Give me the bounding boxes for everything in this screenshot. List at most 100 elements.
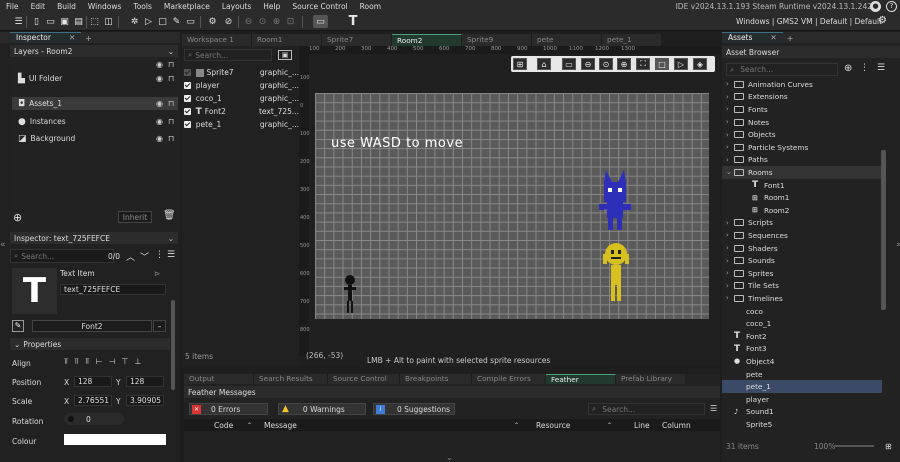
column-code[interactable]: Code: [214, 421, 233, 430]
asset-tree-item[interactable]: › Animation Curves: [722, 78, 882, 91]
inspector-search[interactable]: ⌕ Search...: [10, 249, 114, 263]
chevron-up-icon[interactable]: ︿: [126, 250, 135, 263]
menu-icon[interactable]: ☰: [167, 250, 175, 260]
asset-tree-item[interactable]: › Fonts: [722, 103, 882, 116]
suggestions-filter[interactable]: i0 Suggestions: [373, 403, 455, 415]
expand-icon[interactable]: ⊞: [885, 442, 892, 451]
tab-sprite9[interactable]: Sprite9: [462, 34, 532, 46]
column-column[interactable]: Column: [662, 421, 691, 430]
edit-font-icon[interactable]: ✎: [12, 320, 24, 332]
menu-icon[interactable]: ☰: [877, 63, 885, 73]
black-player-sprite[interactable]: [343, 274, 357, 314]
eye-icon[interactable]: ◉: [156, 117, 163, 126]
colour-swatch[interactable]: [64, 434, 166, 445]
tab-workspace-1[interactable]: Workspace 1: [182, 34, 252, 46]
room-asset-row[interactable]: coco_1 graphic_...: [184, 92, 299, 105]
eye-icon[interactable]: ◉: [156, 99, 163, 108]
build-icon[interactable]: ▭: [184, 15, 197, 28]
asset-tree-item[interactable]: › Notes: [722, 116, 882, 129]
room-asset-row[interactable]: player graphic_...: [184, 79, 299, 92]
align-left-icon[interactable]: ⊢: [96, 357, 103, 367]
checkbox-icon[interactable]: [184, 95, 191, 102]
tab-output[interactable]: Output: [184, 374, 254, 384]
tab-search-results[interactable]: Search Results: [254, 374, 328, 384]
zoom-reset-icon[interactable]: ⊙: [256, 15, 269, 28]
sort-icon[interactable]: ⌃: [247, 422, 252, 429]
zoom-slider[interactable]: [834, 445, 874, 447]
fullscreen-icon[interactable]: ⛶: [636, 58, 650, 70]
chevron-right-icon[interactable]: ›: [726, 257, 734, 265]
package-icon[interactable]: ◫: [102, 15, 115, 28]
layer-background[interactable]: ◪ Background ◉ ⊓: [12, 132, 178, 145]
chevron-right-icon[interactable]: ›: [726, 156, 734, 164]
zoom-in-icon[interactable]: ⊕: [270, 15, 283, 28]
room-asset-row[interactable]: T Font2 text_725...: [184, 105, 299, 118]
checkbox-icon[interactable]: [184, 108, 191, 115]
asset-scrollbar[interactable]: [881, 150, 886, 310]
clean-icon[interactable]: ✎: [170, 15, 183, 28]
asset-tree-item[interactable]: ⊞ Room2: [722, 204, 882, 217]
asset-tree-item[interactable]: › Scripts: [722, 217, 882, 230]
asset-tree-item[interactable]: ⊞ Room1: [722, 191, 882, 204]
align-bottom-icon[interactable]: ⊥: [135, 357, 142, 367]
camera-icon[interactable]: ⌂: [537, 58, 551, 70]
add-asset-icon[interactable]: ⊕: [844, 63, 852, 74]
tab-assets[interactable]: Assets ✕: [722, 32, 783, 43]
layers-header[interactable]: Layers - Room2 ⌄: [10, 45, 178, 57]
eye-icon[interactable]: ◉: [156, 134, 163, 143]
add-tab-icon[interactable]: +: [787, 34, 794, 43]
align-center-icon[interactable]: ⊣: [109, 357, 116, 367]
zoom-in-icon[interactable]: ⊕: [617, 58, 631, 70]
zoom-fit-icon[interactable]: ⊡: [284, 15, 297, 28]
asset-tree-item[interactable]: › Tile Sets: [722, 280, 882, 293]
chevron-right-icon[interactable]: ›: [726, 269, 734, 277]
delete-layer-icon[interactable]: 🗑: [163, 210, 176, 221]
canvas-text-instance[interactable]: use WASD to move: [331, 136, 463, 151]
asset-tree-item[interactable]: T Font3: [722, 343, 882, 356]
stop-icon[interactable]: □: [156, 15, 169, 28]
inspector-header[interactable]: Inspector: text_725FEFCE ⌄: [10, 232, 178, 244]
feather-search[interactable]: ⌕ Search...: [588, 403, 705, 415]
collapse-panel-icon[interactable]: «: [603, 206, 608, 215]
save-as-icon[interactable]: ▤: [72, 15, 85, 28]
align-top-icon[interactable]: ⫪: [75, 357, 80, 367]
frame-icon[interactable]: ▭: [562, 58, 576, 70]
chevron-right-icon[interactable]: ›: [726, 105, 734, 113]
inspector-scrollbar[interactable]: [171, 300, 175, 390]
add-tab-icon[interactable]: +: [85, 34, 92, 43]
collapse-right-icon[interactable]: »: [896, 240, 900, 250]
tab-source-control[interactable]: Source Control: [328, 374, 400, 384]
tab-pete-1[interactable]: pete_1: [602, 34, 662, 46]
inherit-button[interactable]: Inherit: [118, 211, 152, 223]
new-project-icon[interactable]: ▯: [30, 15, 43, 28]
account-icon[interactable]: ●: [870, 1, 881, 12]
open-project-icon[interactable]: ▭: [44, 15, 57, 28]
tab-room2[interactable]: Room2: [392, 34, 462, 46]
asset-tree-item[interactable]: › Particle Systems: [722, 141, 882, 154]
chevron-right-icon[interactable]: ›: [726, 143, 734, 151]
tab-room1[interactable]: Room1: [252, 34, 322, 46]
layers-icon[interactable]: ◈: [693, 58, 707, 70]
sort-icon[interactable]: ⌃: [607, 422, 612, 429]
asset-tree-item[interactable]: ♪ Sound1: [722, 406, 882, 419]
room-grid[interactable]: [315, 93, 709, 319]
chevron-right-icon[interactable]: ›: [726, 80, 734, 88]
layer-instances[interactable]: ● Instances ◉ ⊓: [12, 115, 178, 128]
asset-tree-item[interactable]: › Extensions: [722, 91, 882, 104]
asset-tree-item[interactable]: player: [722, 393, 882, 406]
align-middle-icon[interactable]: ⊤: [122, 357, 129, 367]
grid-toggle-icon[interactable]: ⊞: [513, 58, 527, 70]
align-top-right-icon[interactable]: ⫪: [85, 357, 90, 367]
asset-tree-item[interactable]: pete_1: [722, 380, 882, 393]
rotation-dial[interactable]: 0: [64, 413, 124, 425]
zoom-reset-icon[interactable]: ⊙: [599, 58, 613, 70]
add-layer-icon[interactable]: ⊕: [13, 211, 22, 224]
help-icon[interactable]: ?: [886, 1, 897, 12]
target-settings-icon[interactable]: ⚙: [878, 15, 887, 26]
asset-tree-item[interactable]: ● Object4: [722, 355, 882, 368]
chevron-right-icon[interactable]: ›: [726, 131, 734, 139]
column-line[interactable]: Line: [634, 421, 650, 430]
room-asset-row[interactable]: Sprite7 graphic_...: [184, 66, 299, 79]
asset-tree-item[interactable]: T Font2: [722, 330, 882, 343]
room-asset-row[interactable]: pete_1 graphic_...: [184, 118, 299, 131]
